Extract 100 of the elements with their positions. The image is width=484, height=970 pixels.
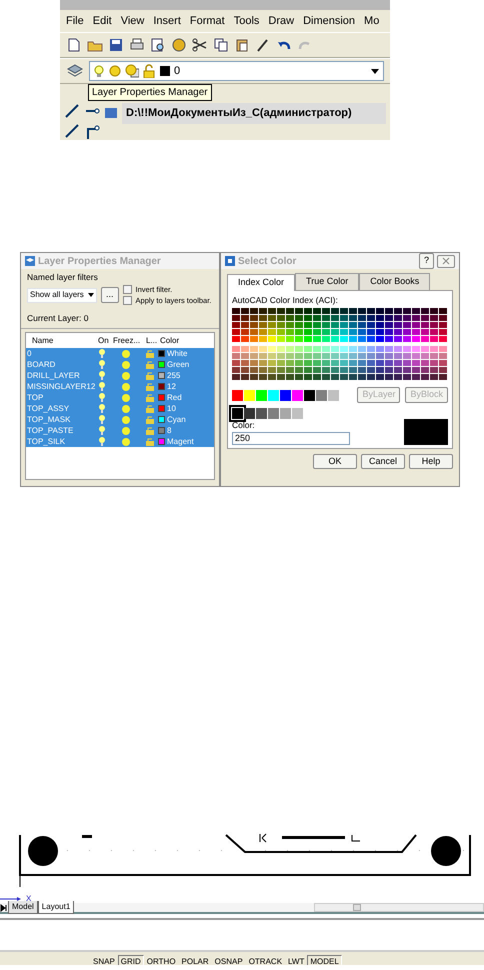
color-swatch-icon [159,65,171,77]
color-swatch[interactable] [244,390,255,400]
color-palette[interactable] [232,346,448,380]
padlock-icon [142,64,156,78]
layer-name: DRILL_LAYER [26,370,81,381]
column-header[interactable]: L... [144,334,158,346]
color-swatch[interactable] [292,408,303,419]
tab[interactable]: Index Color [227,274,296,290]
layer-name: TOP_SILK [26,436,66,447]
layer-name: TOP_ASSY [26,403,70,414]
lightbulb-icon [99,371,105,380]
color-swatch[interactable] [280,408,291,419]
help-button[interactable]: ? [418,253,434,269]
palette-label: AutoCAD Color Index (ACI): [232,294,339,306]
menu-item[interactable]: Mo [364,13,380,29]
color-swatch[interactable] [232,390,243,400]
checkbox[interactable] [122,296,132,306]
last-page-icon[interactable] [0,904,8,912]
checkbox[interactable] [122,284,132,294]
color-swatch[interactable] [316,390,327,400]
padlock-icon [146,382,154,390]
color-name: 255 [167,370,180,381]
tab[interactable]: Color Books [359,273,430,290]
layer-name: TOP [26,392,44,403]
column-header[interactable]: Color [158,334,208,346]
color-swatch[interactable] [328,390,339,400]
layout-tab[interactable]: Model [8,901,38,914]
menu-item[interactable]: Draw [268,13,294,29]
color-name: Green [167,359,190,370]
layer-name: TOP_PASTE [26,425,74,436]
color-name: 12 [167,381,176,392]
color-swatch[interactable] [268,408,279,419]
color-swatch[interactable] [292,390,303,400]
sun-icon [108,64,122,78]
close-icon [442,257,450,265]
color-input[interactable]: 250 [232,432,350,445]
browse-button[interactable]: ... [101,287,119,303]
caret-icon[interactable] [370,67,380,75]
lightbulb-icon [99,360,105,369]
drawing-title: D:\!!МоиДокументыИз_С(администратор) [122,103,386,124]
status-toggle[interactable]: ORTHO [144,955,179,965]
dialog-title: Layer Properties Manager [38,254,161,268]
lightbulb-icon [99,393,105,402]
line-icon [64,123,80,139]
column-header[interactable]: On [96,334,111,346]
preview-icon[interactable] [150,37,166,53]
dialog-button[interactable]: OK [313,454,357,470]
lightbulb-icon [99,349,105,358]
tab[interactable]: True Color [295,273,360,290]
padlock-icon [146,404,154,412]
column-header[interactable]: Name [26,334,96,346]
status-toggle[interactable]: MODEL [307,955,342,965]
color-swatch[interactable] [268,390,279,400]
filter-dropdown[interactable]: Show all layers [27,288,97,302]
padlock-icon [146,350,154,358]
padlock-icon [146,426,154,434]
color-swatch[interactable] [256,390,267,400]
menu-item[interactable]: Edit [92,13,112,29]
filters-label: Named layer filters [27,271,99,284]
status-toggle[interactable]: SNAP [90,955,118,965]
layer-name: MISSINGLAYER12 [26,381,96,392]
save-icon[interactable] [108,37,124,53]
close-button[interactable] [437,254,455,268]
document-icon[interactable] [66,37,82,53]
horizontal-scrollbar[interactable] [314,903,484,912]
paste-icon[interactable] [234,37,250,53]
axis-arrow-icon [0,895,22,903]
lightbulb-icon [93,64,105,78]
dialog-button[interactable]: Cancel [361,454,405,470]
color-swatch[interactable] [256,408,267,419]
color-swatch[interactable] [304,390,315,400]
color-swatch[interactable] [244,408,255,419]
copy-icon[interactable] [213,37,229,53]
current-layer-label: Current Layer: 0 [21,308,219,329]
scissors-icon[interactable] [192,37,208,53]
menu-item[interactable]: Format [190,13,225,29]
status-toggle[interactable]: LWT [285,955,308,965]
color-swatch[interactable] [232,408,243,419]
menu-item[interactable]: View [120,13,144,29]
menu-item[interactable]: File [66,13,84,29]
menu-item[interactable]: Insert [153,13,181,29]
status-toggle[interactable]: OSNAP [212,955,246,965]
status-toggle[interactable]: POLAR [178,955,212,965]
dialog-button[interactable]: Help [409,454,453,470]
lightbulb-icon [99,426,105,435]
status-toggle[interactable]: OTRACK [246,955,286,965]
color-swatch[interactable] [280,390,291,400]
lightbulb-icon [99,415,105,424]
color-name: Cyan [167,414,186,425]
menu-item[interactable]: Tools [234,13,260,29]
color-name: Red [167,392,182,403]
menu-item[interactable]: Dimension [303,13,356,29]
status-toggle[interactable]: GRID [118,955,144,965]
drawing-file-icon [104,106,118,120]
color-palette[interactable] [232,308,448,342]
dimension-icon [84,123,100,139]
layout-tab[interactable]: Layout1 [38,901,74,914]
tooltip: Layer Properties Manager [88,84,212,101]
column-header[interactable]: Freez... [111,334,144,346]
scroll-thumb[interactable] [353,904,361,911]
